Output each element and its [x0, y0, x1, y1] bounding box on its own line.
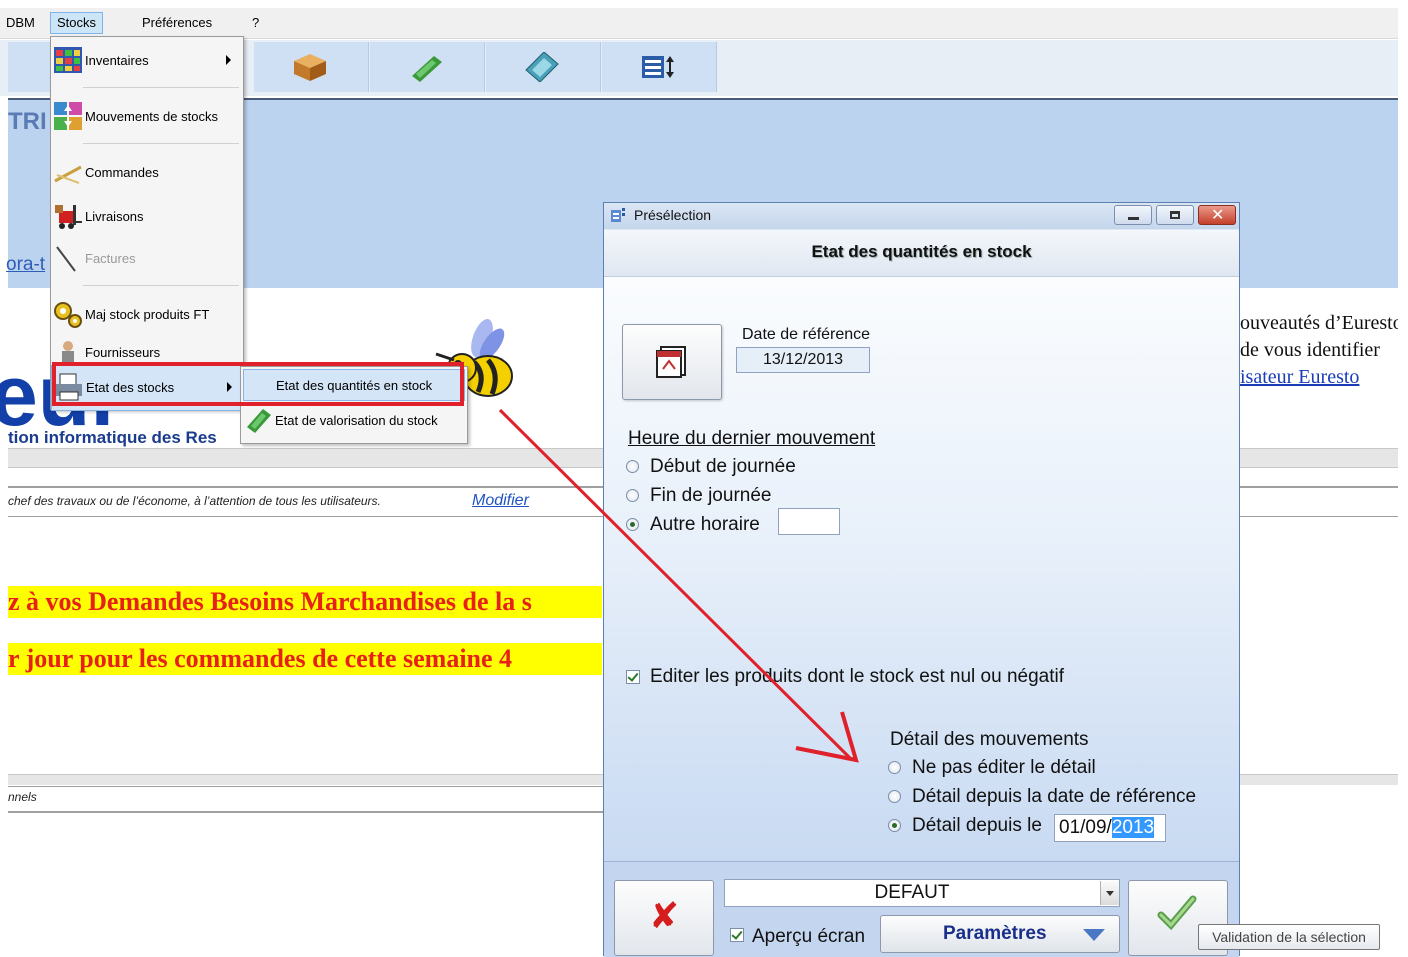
toolbar-button-money[interactable]	[370, 42, 485, 92]
forklift-icon	[55, 205, 82, 229]
preset-dropdown-value: DEFAUT	[874, 882, 950, 903]
news-line: de vous identifier	[1240, 339, 1380, 361]
maximize-button[interactable]	[1156, 205, 1194, 225]
menu-item-label: Livraisons	[85, 209, 144, 224]
modifier-link[interactable]: Modifier	[472, 492, 529, 510]
apercu-checkbox[interactable]	[730, 928, 744, 942]
menu-stocks[interactable]: Stocks	[50, 12, 104, 34]
menu-bar: DBM Stocks Préférences ?	[0, 8, 1398, 39]
radio-detail-depuis[interactable]	[888, 819, 901, 832]
cancel-x-icon: ✘	[649, 896, 680, 937]
submenu-item-valorisation[interactable]: Etat de valorisation du stock	[243, 405, 463, 435]
menu-dbm[interactable]: DBM	[0, 8, 41, 38]
menu-item-inventaires[interactable]: Inventaires	[51, 39, 241, 83]
calendar-icon	[656, 346, 686, 378]
minimize-button[interactable]	[1114, 205, 1152, 225]
radio-label: Ne pas éditer le détail	[912, 757, 1096, 778]
menu-item-factures[interactable]: Factures	[51, 237, 241, 281]
date-selected-text: 2013	[1111, 817, 1155, 838]
gears-icon	[54, 302, 82, 328]
report-sort-icon	[642, 56, 674, 78]
announcement-line: r jour pour les commandes de cette semai…	[8, 643, 602, 675]
heure-label: Heure du dernier mouvement	[628, 428, 876, 449]
maximize-icon	[1170, 211, 1180, 219]
dialog-title: Présélection	[634, 207, 712, 223]
menu-item-commandes[interactable]: Commandes	[51, 151, 241, 195]
menu-item-label: Fournisseurs	[85, 345, 161, 360]
radio-debut-journee[interactable]	[626, 460, 639, 473]
detail-date-field[interactable]: 01/09/2013	[1054, 814, 1166, 842]
menu-item-livraisons[interactable]: Livraisons	[51, 195, 241, 239]
toolbar-button-package[interactable]	[254, 42, 369, 92]
submenu-item-label: Etat de valorisation du stock	[275, 413, 438, 428]
date-reference-label: Date de référence	[742, 326, 871, 343]
toolbar-button-report[interactable]	[602, 42, 717, 92]
date-reference-field[interactable]: 13/12/2013	[736, 347, 870, 373]
menu-separator	[83, 143, 239, 144]
radio-ne-pas-editer[interactable]	[888, 761, 901, 774]
stocks-dropdown-menu: Inventaires Mouvements de stocks Command…	[50, 36, 244, 411]
dropdown-arrow-icon	[1083, 929, 1105, 941]
menu-preferences[interactable]: Préférences	[136, 8, 218, 38]
footer-bar	[8, 786, 608, 813]
menu-help[interactable]: ?	[246, 8, 265, 38]
close-button[interactable]: ✕	[1198, 205, 1236, 225]
radio-label: Autre horaire	[650, 514, 760, 535]
minimize-icon	[1128, 217, 1139, 220]
orders-icon	[54, 165, 82, 184]
radio-autre-horaire[interactable]	[626, 518, 639, 531]
package-icon	[294, 54, 326, 81]
radio-label: Fin de journée	[650, 485, 772, 506]
inventory-icon	[54, 47, 82, 73]
editer-label: Editer les produits dont le stock est nu…	[650, 666, 1065, 687]
dialog-heading: Etat des quantités en stock	[811, 242, 1032, 261]
radio-label: Détail depuis la date de référence	[912, 786, 1197, 807]
radio-label: Détail depuis le	[912, 815, 1042, 836]
parametres-label: Paramètres	[943, 923, 1047, 944]
invoice-icon	[56, 246, 76, 272]
footer-note: nnels	[8, 790, 37, 804]
info-note: chef des travaux ou de l’économe, à l’at…	[8, 494, 381, 508]
menu-item-mouvements[interactable]: Mouvements de stocks	[51, 95, 241, 139]
info-bar-right	[1240, 486, 1398, 517]
stock-movements-icon	[54, 102, 82, 130]
menu-separator	[83, 285, 239, 286]
menu-separator	[83, 87, 239, 88]
submenu-arrow-icon	[226, 55, 231, 65]
money-icon	[247, 409, 271, 433]
menu-item-label: Maj stock produits FT	[85, 307, 210, 322]
autre-horaire-field[interactable]	[778, 508, 840, 535]
money-icon	[412, 56, 442, 82]
banner-lower-right	[1240, 202, 1398, 288]
menu-item-label: Factures	[85, 251, 136, 266]
detail-label: Détail des mouvements	[890, 729, 1089, 750]
validation-tooltip: Validation de la sélection	[1198, 924, 1380, 950]
radio-fin-journee[interactable]	[626, 489, 639, 502]
date-text: 01/09/	[1059, 817, 1112, 838]
news-line: ouveautés d’Euresto	[1240, 312, 1398, 334]
calculator-icon	[525, 52, 559, 82]
toolbar-button-calculator[interactable]	[486, 42, 601, 92]
menu-item-label: Inventaires	[85, 53, 149, 68]
logo-tagline: tion informatique des Res	[8, 428, 217, 447]
menu-item-label: Commandes	[85, 165, 159, 180]
radio-label: Début de journée	[650, 456, 796, 477]
news-panel: ouveautés d’Euresto de vous identifier i…	[1240, 310, 1398, 391]
radio-detail-date-reference[interactable]	[888, 790, 901, 803]
announcement-line: z à vos Demandes Besoins Marchandises de…	[8, 586, 602, 618]
close-icon: ✕	[1211, 205, 1225, 224]
calendar-button[interactable]	[622, 324, 722, 400]
user-link[interactable]: isateur Euresto	[1240, 364, 1398, 391]
app-icon	[611, 208, 625, 222]
annotation-highlight-box	[52, 362, 464, 406]
chevron-down-icon[interactable]	[1100, 881, 1119, 905]
editer-checkbox[interactable]	[626, 670, 640, 684]
ora-link[interactable]: ora-t	[6, 254, 45, 276]
checkmark-icon	[1157, 895, 1197, 931]
apercu-label: Aperçu écran	[752, 926, 866, 947]
menu-item-label: Mouvements de stocks	[85, 109, 218, 124]
cancel-button[interactable]: ✘	[614, 880, 714, 956]
parametres-button[interactable]: Paramètres	[880, 915, 1120, 953]
banner-text: TRI	[8, 108, 47, 135]
